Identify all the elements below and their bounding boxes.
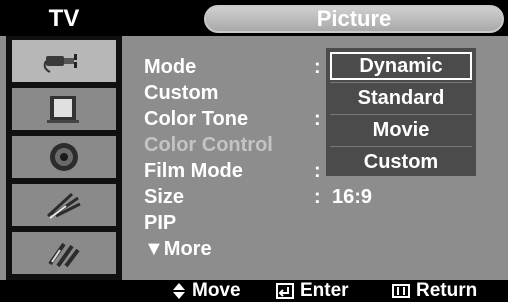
menu-item-film-mode[interactable]: Film Mode	[144, 159, 243, 183]
sidebar-item-picture[interactable]	[12, 88, 116, 130]
menu-item-color-tone[interactable]: Color Tone	[144, 107, 248, 131]
up-down-arrow-icon	[173, 283, 185, 299]
menu-item-size[interactable]: Size	[144, 185, 184, 209]
hint-move-label: Move	[192, 280, 241, 301]
option-movie[interactable]: Movie	[330, 116, 472, 144]
return-icon	[392, 284, 410, 298]
sidebar-item-sound[interactable]	[12, 136, 116, 178]
mode-colon: :	[314, 56, 321, 78]
film-mode-colon: :	[314, 160, 321, 182]
hint-move: Move	[172, 280, 241, 302]
menu-item-color-control: Color Control	[144, 134, 273, 156]
tv-section-label: TV	[48, 5, 80, 32]
picture-screen-icon	[47, 96, 79, 123]
footer-hints: Move Enter Return	[0, 280, 508, 302]
sidebar-item-input[interactable]	[12, 40, 116, 82]
mode-dropdown-list[interactable]: Dynamic Standard Movie Custom	[326, 48, 476, 176]
size-value: 16:9	[332, 186, 373, 208]
tv-osd-screen: TV Picture Mode Custom Color Tone Color …	[0, 0, 508, 302]
divider	[330, 82, 472, 83]
hint-enter: Enter	[276, 280, 349, 302]
tools-setup-icon	[48, 242, 80, 268]
divider	[330, 146, 472, 147]
hint-return-label: Return	[416, 280, 478, 301]
menu-panel: Mode Custom Color Tone Color Control Fil…	[0, 36, 508, 280]
menu-item-pip[interactable]: PIP	[144, 211, 176, 235]
menu-item-custom[interactable]: Custom	[144, 81, 218, 105]
option-dynamic[interactable]: Dynamic	[330, 52, 472, 80]
color-tone-colon: :	[314, 108, 321, 130]
page-title: Picture	[204, 5, 504, 33]
menu-item-mode[interactable]: Mode	[144, 55, 196, 79]
sidebar-item-channel[interactable]	[12, 184, 116, 226]
option-custom[interactable]: Custom	[330, 148, 472, 176]
hint-return: Return	[392, 280, 477, 302]
option-standard[interactable]: Standard	[330, 84, 472, 112]
size-colon: :	[314, 186, 321, 208]
hint-enter-label: Enter	[300, 280, 349, 301]
sidebar-item-setup[interactable]	[12, 232, 116, 274]
enter-icon	[276, 283, 294, 299]
sidebar-icon-bar	[6, 36, 122, 280]
speaker-sound-icon	[50, 143, 78, 171]
divider	[330, 114, 472, 115]
input-plug-icon	[43, 54, 77, 73]
menu-item-more[interactable]: ▼More	[144, 237, 212, 261]
antenna-channel-icon	[46, 192, 81, 219]
